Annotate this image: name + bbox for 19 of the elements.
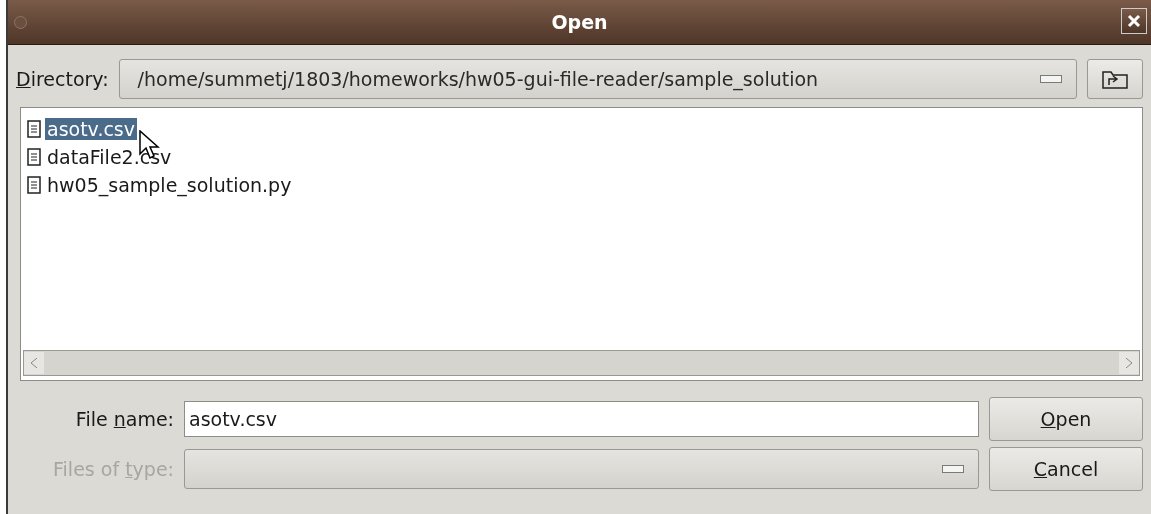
- document-icon: [27, 120, 41, 138]
- close-icon: [1127, 14, 1141, 28]
- file-name-label: File name:: [75, 408, 174, 430]
- file-item[interactable]: dataFile2.csv: [45, 146, 174, 168]
- window-menu-dot[interactable]: [14, 16, 27, 29]
- document-icon: [27, 176, 41, 194]
- open-button[interactable]: Open: [989, 397, 1143, 441]
- directory-dropdown[interactable]: /home/summetj/1803/homeworks/hw05-gui-file-reader/sample_solution: [118, 59, 1077, 99]
- document-icon: [27, 148, 41, 166]
- file-item[interactable]: asotv.csv: [45, 118, 137, 140]
- cancel-button[interactable]: Cancel: [989, 447, 1143, 491]
- parent-folder-button[interactable]: [1087, 59, 1143, 99]
- close-button[interactable]: [1121, 8, 1147, 34]
- file-name-field[interactable]: asotv.csv: [184, 401, 979, 437]
- folder-up-icon: [1101, 68, 1129, 90]
- directory-label: Directory:: [16, 68, 109, 90]
- file-item[interactable]: hw05_sample_solution.py: [45, 174, 294, 196]
- horizontal-scrollbar[interactable]: [23, 350, 1140, 376]
- window-title: Open: [551, 11, 608, 33]
